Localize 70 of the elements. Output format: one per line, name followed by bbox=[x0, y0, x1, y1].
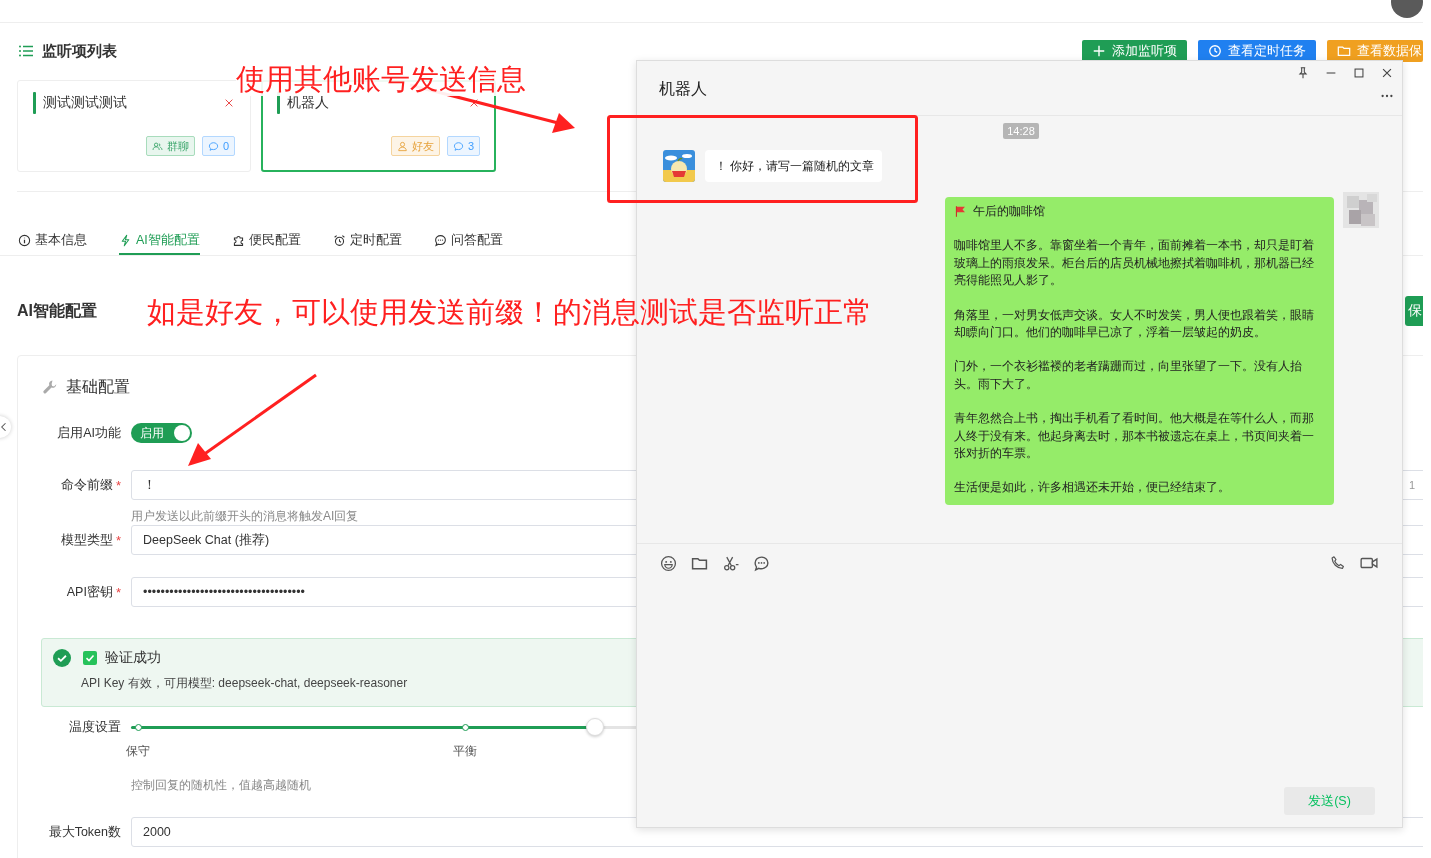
tab[interactable]: AI智能配置 bbox=[119, 227, 200, 255]
alert-title: 验证成功 bbox=[105, 649, 161, 667]
message-paragraph: 生活便是如此，许多相遇还未开始，便已经结束了。 bbox=[954, 479, 1231, 497]
field-label: 启用AI功能 bbox=[57, 424, 121, 442]
maximize-icon bbox=[1352, 66, 1366, 80]
clock-icon bbox=[1208, 44, 1222, 58]
chat-bubble-icon bbox=[753, 554, 770, 572]
flag-icon bbox=[954, 205, 967, 219]
pin-icon bbox=[1296, 66, 1310, 80]
chat-bubble-icon bbox=[433, 233, 447, 247]
phone-icon bbox=[1330, 555, 1346, 571]
card-title: 测试测试测试 bbox=[43, 94, 127, 112]
chat-bubble-icon bbox=[452, 140, 464, 152]
window-title: 机器人 bbox=[659, 79, 707, 99]
tab[interactable]: 问答配置 bbox=[433, 227, 503, 255]
message-paragraph: 门外，一个衣衫褴褛的老者蹒跚而过，向里张望了一下。没有人抬头。雨下大了。 bbox=[954, 358, 1303, 393]
message-bubble: ！ 你好，请写一篇随机的文章 bbox=[705, 150, 883, 182]
scissors-icon bbox=[722, 554, 739, 572]
slider-mark-label: 保守 bbox=[126, 743, 150, 760]
info-icon bbox=[18, 233, 31, 247]
tab[interactable]: 基本信息 bbox=[18, 227, 87, 255]
close-icon bbox=[1380, 66, 1394, 80]
message-paragraph: 咖啡馆里人不多。靠窗坐着一个青年，面前摊着一本书，却只是盯着玻璃上的雨痕发呆。柜台后的店员机械地擦拭着咖啡机，那机器已经亮得能照见人影了。 bbox=[954, 237, 1315, 290]
action-button[interactable]: 查看定时任务 bbox=[1198, 40, 1316, 62]
field-label: 最大Token数 bbox=[48, 823, 121, 841]
people-icon bbox=[151, 140, 163, 152]
field-label: 命令前缀 bbox=[60, 476, 113, 494]
lightning-icon bbox=[119, 233, 132, 247]
tab[interactable]: 定时配置 bbox=[332, 227, 402, 255]
annotation-tooltip: 使用其他账号发送信息 bbox=[236, 62, 526, 96]
page-title: 监听项列表 bbox=[42, 41, 117, 61]
message-count-tag: 3 bbox=[446, 136, 480, 156]
type-tag: 群聊 bbox=[145, 136, 195, 156]
checkbox[interactable] bbox=[83, 651, 97, 665]
person-icon bbox=[396, 140, 408, 152]
wrench-icon bbox=[42, 379, 58, 395]
alert-message: API Key 有效，可用模型: deepseek-chat, deepseek-reasoner bbox=[81, 675, 409, 692]
add-icon bbox=[1092, 44, 1106, 58]
chat-bubble-icon bbox=[207, 140, 219, 152]
field-label: 温度设置 bbox=[69, 718, 121, 736]
field-label: API密钥 bbox=[66, 583, 113, 601]
check-circle-icon bbox=[53, 649, 71, 667]
card-title: 机器人 bbox=[287, 94, 329, 112]
message-paragraph: 角落里，一对男女低声交谈。女人不时发笑，男人便也跟着笑，眼睛却瞟向门口。他们的咖啡早已凉了，浮着一层皱起的奶皮。 bbox=[954, 306, 1315, 342]
folder-icon bbox=[1337, 44, 1351, 58]
type-tag: 好友 bbox=[390, 136, 440, 156]
message-paragraph: 青年忽然合上书，掏出手机看了看时间。他大概是在等什么人，而那人终于没有来。他起身离去时，那本书被遗忘在桌上，书页间夹着一张对折的车票。 bbox=[954, 410, 1315, 463]
section-title: AI智能配置 bbox=[17, 300, 97, 321]
char-counter: 1 bbox=[1408, 479, 1415, 491]
panel-title: 基础配置 bbox=[66, 376, 130, 397]
puzzle-icon bbox=[231, 233, 245, 247]
emoji-icon bbox=[660, 554, 677, 572]
help-text: 控制回复的随机性，值越高越随机 bbox=[131, 777, 312, 793]
tab[interactable]: 便民配置 bbox=[231, 227, 301, 255]
required-mark: * bbox=[115, 532, 121, 548]
close-icon bbox=[223, 97, 235, 109]
help-text: 用户发送以此前缀开头的消息将触发AI回复 bbox=[131, 508, 360, 524]
slider-thumb[interactable] bbox=[585, 718, 604, 736]
message-count-tag: 0 bbox=[201, 136, 235, 156]
annotation-text: 如是好友，可以使用发送前缀！的消息测试是否监听正常 bbox=[147, 295, 872, 329]
message-title: 午后的咖啡馆 bbox=[973, 203, 1045, 220]
required-mark: * bbox=[115, 477, 121, 493]
slider-mark-label: 平衡 bbox=[453, 743, 477, 760]
field-label: 模型类型 bbox=[60, 531, 113, 549]
accent-bar bbox=[33, 92, 36, 114]
timestamp: 14:28 bbox=[1003, 123, 1039, 139]
alarm-clock-icon bbox=[332, 233, 346, 247]
list-icon bbox=[18, 43, 34, 59]
required-mark: * bbox=[115, 584, 121, 600]
checkmark-icon bbox=[85, 653, 95, 663]
